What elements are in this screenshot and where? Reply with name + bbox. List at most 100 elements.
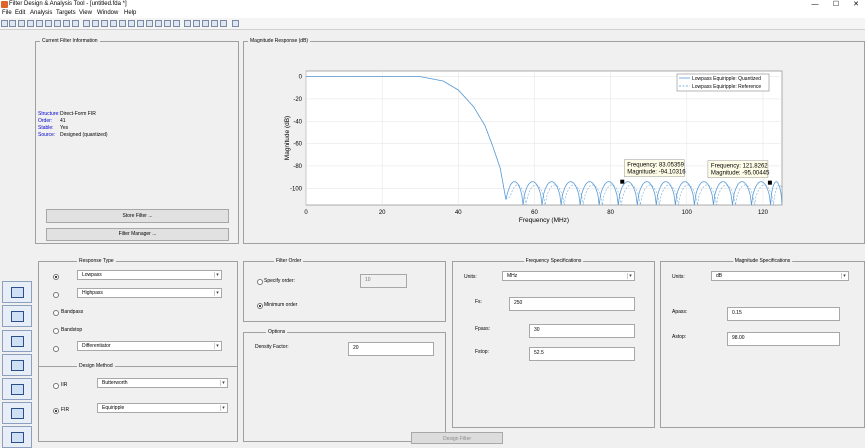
coefficients-icon[interactable] (164, 20, 171, 27)
maximize-icon[interactable]: ☐ (826, 0, 846, 9)
menu-view[interactable]: View (79, 9, 92, 18)
info-value-source: Designed (quantized) (60, 132, 108, 138)
cost-icon[interactable] (202, 20, 209, 27)
options-title: Options (266, 329, 288, 336)
store-filter-button[interactable]: Store Filter ... (46, 209, 229, 223)
iir-method-dropdown[interactable]: Butterworth ▾ (97, 378, 228, 388)
datacursor-icon[interactable] (72, 20, 79, 27)
open-icon[interactable] (9, 20, 16, 27)
iir-method-value: Butterworth (102, 380, 128, 386)
mag-phase-icon[interactable] (110, 20, 117, 27)
fir-method-dropdown[interactable]: Equiripple ▾ (97, 403, 228, 413)
info-key-source: Source: (38, 132, 56, 138)
side-transform-filter-button[interactable] (2, 378, 32, 400)
phase-delay-icon[interactable] (128, 20, 135, 27)
print-icon[interactable] (27, 20, 34, 27)
step-icon[interactable] (146, 20, 153, 27)
chevron-down-icon: ▾ (214, 272, 220, 278)
radio-iir[interactable] (53, 383, 59, 389)
iir-label: IIR (61, 382, 68, 388)
fstop-label: Fstop: (475, 349, 489, 355)
radio-minimum-order[interactable] (257, 303, 263, 309)
differentiator-dropdown[interactable]: Differentiator ▾ (77, 341, 222, 351)
minimize-icon[interactable]: — (805, 0, 825, 9)
side-create-multirate-button[interactable] (2, 305, 32, 327)
noise-icon[interactable] (193, 20, 200, 27)
zoom-out-icon[interactable] (54, 20, 61, 27)
design-method-panel: Design Method IIR Butterworth ▾ FIR Equir… (38, 363, 238, 442)
new-icon[interactable] (1, 20, 8, 27)
fstop-input[interactable]: 52.5 (529, 347, 635, 361)
frequency-specs-panel: Frequency Specifications Units: MHz ▾ Fs:… (452, 258, 655, 428)
pole-zero-icon[interactable] (155, 20, 162, 27)
specify-order-input[interactable]: 10 (360, 274, 407, 288)
info-icon[interactable] (173, 20, 180, 27)
menu-window[interactable]: Window (97, 9, 118, 18)
menu-edit[interactable]: Edit (15, 9, 25, 18)
radio-lowpass[interactable] (53, 274, 59, 280)
x-axis-label: Frequency (MHz) (519, 217, 569, 224)
realize-model-icon (11, 408, 24, 419)
fpass-label: Fpass: (475, 326, 491, 332)
bandpass-label: Bandpass (61, 309, 84, 315)
design-filter-button[interactable]: Design Filter (411, 432, 503, 444)
menu-analysis[interactable]: Analysis (30, 9, 52, 18)
side-import-filter-button[interactable] (2, 354, 32, 376)
freq-units-dropdown[interactable]: MHz ▾ (502, 271, 635, 281)
datatip-marker[interactable] (620, 179, 625, 184)
chevron-down-icon: ▾ (214, 343, 220, 349)
round-off-icon[interactable] (184, 20, 191, 27)
mag-units-value: dB (716, 273, 723, 279)
save-icon[interactable] (18, 20, 25, 27)
fpass-input[interactable]: 30 (529, 324, 635, 338)
whats-this-icon[interactable] (232, 20, 239, 27)
zoom-in-icon[interactable] (45, 20, 52, 27)
density-factor-input[interactable]: 20 (348, 342, 434, 356)
minimum-order-label: Minimum order (264, 302, 298, 308)
info-value-stable: Yes (60, 125, 69, 131)
radio-highpass[interactable] (53, 292, 59, 298)
highpass-dropdown[interactable]: Highpass ▾ (77, 288, 222, 298)
close-icon[interactable]: ✕ (846, 0, 865, 9)
side-pole-zero-editor-button[interactable] (2, 330, 32, 352)
radio-differentiator[interactable] (53, 346, 59, 352)
legend-icon[interactable] (211, 20, 218, 27)
radio-specify-order[interactable] (257, 279, 263, 285)
x-tick-label: 60 (531, 210, 538, 216)
fir-method-value: Equiripple (102, 405, 125, 411)
fs-input[interactable]: 250 (509, 297, 635, 311)
options-panel: Options Density Factor: 20 (243, 329, 446, 442)
frequency-specs-title: Frequency Specifications (523, 258, 584, 265)
x-tick-label: 80 (607, 210, 614, 216)
side-realize-model-button[interactable] (2, 402, 32, 424)
datatip-marker[interactable] (767, 180, 772, 185)
impulse-icon[interactable] (137, 20, 144, 27)
chevron-down-icon: ▾ (627, 273, 633, 279)
mag-units-label: Units: (672, 274, 685, 280)
x-tick-label: 120 (758, 210, 769, 216)
side-design-filter-button[interactable] (2, 281, 32, 303)
mag-units-dropdown[interactable]: dB ▾ (711, 271, 849, 281)
magnitude-chart[interactable]: 0 20 40 60 80 100 120 0 -20 -40 -60 -80 -100 Frequen… (243, 41, 865, 244)
radio-bandpass[interactable] (53, 310, 59, 316)
side-set-quantization-button[interactable] (2, 426, 32, 448)
phase-icon[interactable] (101, 20, 108, 27)
lowpass-dropdown[interactable]: Lowpass ▾ (77, 270, 222, 280)
magnitude-icon[interactable] (92, 20, 99, 27)
menu-help[interactable]: Help (124, 9, 136, 18)
astop-input[interactable]: 98.00 (727, 332, 840, 346)
radio-fir[interactable] (53, 408, 59, 414)
grid-icon[interactable] (220, 20, 227, 27)
full-view-icon[interactable] (63, 20, 70, 27)
apass-input[interactable]: 0.15 (727, 307, 840, 321)
current-filter-panel: Current Filter Information Structure: Di… (35, 38, 239, 244)
radio-bandstop[interactable] (53, 328, 59, 334)
menu-targets[interactable]: Targets (56, 9, 76, 18)
filter-manager-button[interactable]: Filter Manager ... (46, 228, 229, 241)
highpass-value: Highpass (82, 290, 103, 296)
print-preview-icon[interactable] (36, 20, 43, 27)
group-delay-icon[interactable] (119, 20, 126, 27)
menu-file[interactable]: File (2, 9, 12, 18)
bandstop-label: Bandstop (61, 327, 83, 333)
filter-specs-icon[interactable] (83, 20, 90, 27)
